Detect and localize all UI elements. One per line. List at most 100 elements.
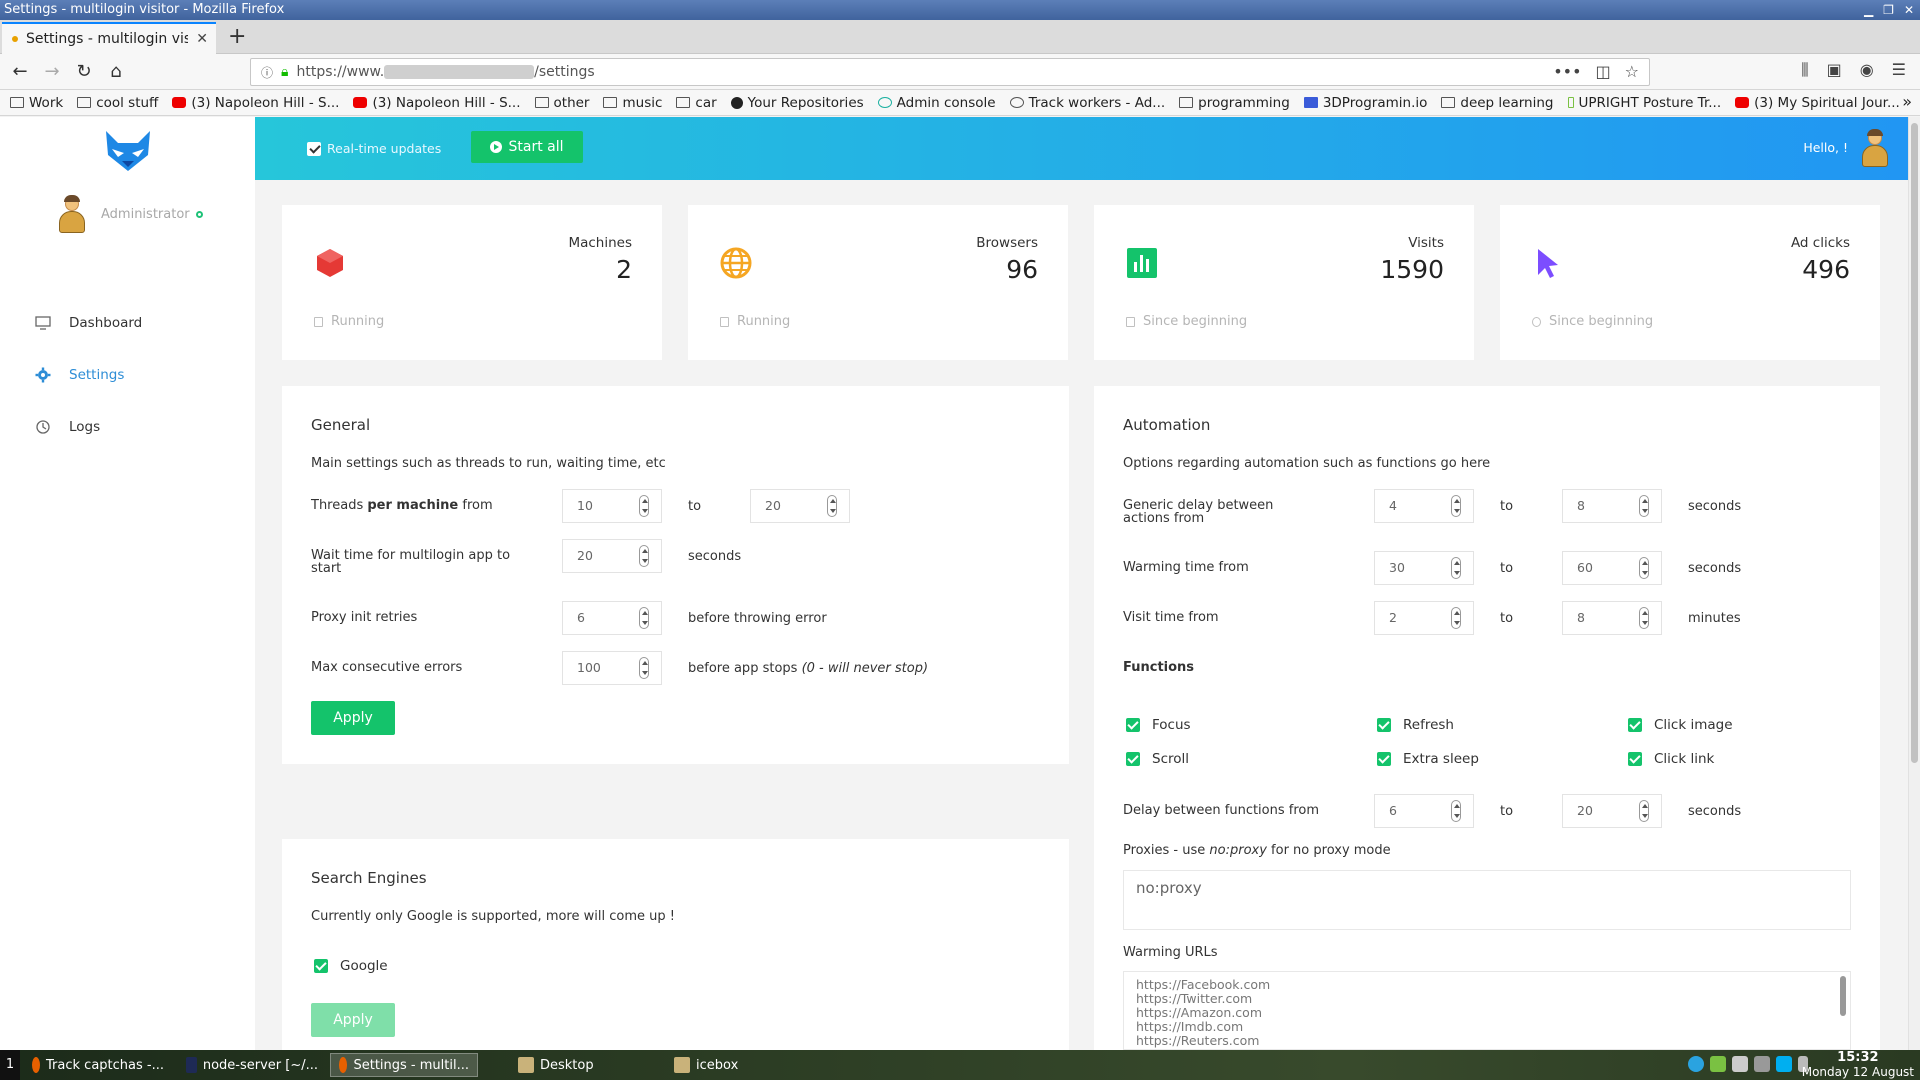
- generic-delay-to-input[interactable]: 8: [1562, 489, 1662, 523]
- maximize-icon[interactable]: ❐: [1883, 0, 1894, 20]
- google-checkbox[interactable]: [314, 959, 328, 973]
- page-actions-icon[interactable]: •••: [1553, 62, 1581, 81]
- user-avatar[interactable]: [1858, 129, 1892, 167]
- task-track-captchas[interactable]: Track captchas -...: [24, 1053, 172, 1077]
- proxy-retries-input[interactable]: 6: [562, 601, 662, 635]
- warming-to-input[interactable]: 60: [1562, 551, 1662, 585]
- click-image-checkbox[interactable]: [1628, 718, 1642, 732]
- warming-from-input[interactable]: 30: [1374, 551, 1474, 585]
- pocket-icon[interactable]: ◫: [1596, 62, 1611, 81]
- page-scrollbar[interactable]: [1908, 117, 1920, 1050]
- bookmark-item[interactable]: (3) Napoleon Hill - S...: [172, 95, 339, 111]
- bookmark-item[interactable]: other: [534, 95, 589, 111]
- bookmark-item[interactable]: UPRIGHT Posture Tr...: [1567, 94, 1722, 111]
- spinner-icon[interactable]: [1639, 557, 1649, 579]
- network-icon[interactable]: [1754, 1056, 1770, 1072]
- scroll-checkbox[interactable]: [1126, 752, 1140, 766]
- spinner-icon[interactable]: [1451, 557, 1461, 579]
- visit-from-input[interactable]: 2: [1374, 601, 1474, 635]
- clock[interactable]: 15:32 Monday 12 August: [1802, 1051, 1914, 1080]
- bookmark-item[interactable]: (3) My Spiritual Jour...: [1735, 95, 1900, 111]
- spinner-icon[interactable]: [1451, 800, 1461, 822]
- wait-time-input[interactable]: 20: [562, 539, 662, 573]
- threads-from-input[interactable]: 10: [562, 489, 662, 523]
- focus-checkbox[interactable]: [1126, 718, 1140, 732]
- bookmark-label: UPRIGHT Posture Tr...: [1578, 94, 1722, 111]
- spinner-icon[interactable]: [1451, 495, 1461, 517]
- max-errors-input[interactable]: 100: [562, 651, 662, 685]
- url-bar[interactable]: ⓘ 🔒︎ https://www. /settings ••• ◫ ☆: [250, 58, 1650, 86]
- library-icon[interactable]: ⫼: [1801, 60, 1808, 80]
- home-icon[interactable]: ⌂: [104, 60, 128, 84]
- sidebar-item-settings[interactable]: Settings: [35, 349, 142, 401]
- extension-icon[interactable]: ◉: [1860, 60, 1874, 80]
- browser-tab-settings[interactable]: Settings - multilogin visit ✕: [2, 22, 216, 54]
- spinner-icon[interactable]: [639, 657, 649, 679]
- spinner-icon[interactable]: [1639, 607, 1649, 629]
- avatar[interactable]: [55, 195, 89, 233]
- back-icon[interactable]: ←: [8, 60, 32, 84]
- generic-delay-from-input[interactable]: 4: [1374, 489, 1474, 523]
- scroll-thumb[interactable]: [1911, 123, 1918, 763]
- bookmark-item[interactable]: music: [603, 95, 662, 111]
- textarea-scrollbar[interactable]: [1840, 976, 1846, 1016]
- bookmark-star-icon[interactable]: ☆: [1625, 62, 1639, 81]
- window-title: Settings - multilogin visitor - Mozilla …: [4, 2, 285, 17]
- warming-urls-textarea[interactable]: https://Facebook.com https://Twitter.com…: [1123, 971, 1851, 1050]
- fox-logo-icon[interactable]: [104, 129, 152, 173]
- sidebar-toggle-icon[interactable]: ▣: [1827, 60, 1842, 80]
- menu-icon[interactable]: ☰: [1892, 60, 1906, 80]
- skype-icon[interactable]: [1776, 1056, 1792, 1072]
- bookmark-item[interactable]: Work: [10, 95, 63, 111]
- sidebar-item-logs[interactable]: Logs: [35, 401, 142, 453]
- realtime-updates-toggle[interactable]: Real-time updates: [307, 141, 441, 156]
- task-desktop[interactable]: Desktop: [510, 1053, 658, 1077]
- extra-sleep-checkbox[interactable]: [1377, 752, 1391, 766]
- automation-panel: Automation Options regarding automation …: [1094, 386, 1880, 1050]
- minimize-icon[interactable]: ▁: [1864, 0, 1873, 20]
- start-all-button[interactable]: Start all: [471, 131, 583, 163]
- bookmark-item[interactable]: Admin console: [877, 95, 996, 111]
- delay-from-input[interactable]: 6: [1374, 794, 1474, 828]
- realtime-checkbox[interactable]: [307, 141, 321, 156]
- task-settings[interactable]: Settings - multil...: [330, 1053, 478, 1077]
- search-engines-apply-button[interactable]: Apply: [311, 1003, 395, 1037]
- info-icon[interactable]: ⓘ: [261, 64, 273, 81]
- spinner-icon[interactable]: [639, 495, 649, 517]
- android-icon[interactable]: [1710, 1056, 1726, 1072]
- bookmark-item[interactable]: cool stuff: [77, 95, 158, 111]
- refresh-checkbox[interactable]: [1377, 718, 1391, 732]
- forward-icon[interactable]: →: [40, 60, 64, 84]
- task-node-server[interactable]: node-server [~/...: [178, 1053, 326, 1077]
- telegram-icon[interactable]: [1688, 1056, 1704, 1072]
- reload-icon[interactable]: ↻: [72, 60, 96, 84]
- proxies-textarea[interactable]: no:proxy: [1123, 870, 1851, 930]
- more-bookmarks-icon[interactable]: »: [1902, 92, 1912, 111]
- to-text: to: [1500, 804, 1514, 819]
- close-tab-icon[interactable]: ✕: [196, 31, 216, 47]
- bookmark-item[interactable]: deep learning: [1441, 95, 1554, 111]
- files-icon[interactable]: [1732, 1056, 1748, 1072]
- threads-to-input[interactable]: 20: [750, 489, 850, 523]
- close-window-icon[interactable]: ✕: [1904, 0, 1914, 20]
- spinner-icon[interactable]: [1639, 495, 1649, 517]
- bookmark-item[interactable]: Your Repositories: [730, 95, 864, 111]
- general-apply-button[interactable]: Apply: [311, 701, 395, 735]
- workspace-number[interactable]: 1: [0, 1050, 20, 1080]
- spinner-icon[interactable]: [827, 495, 837, 517]
- spinner-icon[interactable]: [639, 607, 649, 629]
- spinner-icon[interactable]: [1451, 607, 1461, 629]
- visit-to-input[interactable]: 8: [1562, 601, 1662, 635]
- new-tab-icon[interactable]: +: [228, 24, 246, 49]
- bookmark-item[interactable]: Track workers - Ad...: [1009, 95, 1165, 111]
- spinner-icon[interactable]: [1639, 800, 1649, 822]
- bookmark-item[interactable]: programming: [1179, 95, 1290, 111]
- task-icebox[interactable]: icebox: [666, 1053, 814, 1077]
- sidebar-item-dashboard[interactable]: Dashboard: [35, 297, 142, 349]
- delay-to-input[interactable]: 20: [1562, 794, 1662, 828]
- bookmark-item[interactable]: 3DProgramin.io: [1303, 95, 1427, 111]
- bookmark-item[interactable]: (3) Napoleon Hill - S...: [353, 95, 521, 111]
- spinner-icon[interactable]: [639, 545, 649, 567]
- bookmark-item[interactable]: car: [676, 95, 717, 111]
- click-link-checkbox[interactable]: [1628, 752, 1642, 766]
